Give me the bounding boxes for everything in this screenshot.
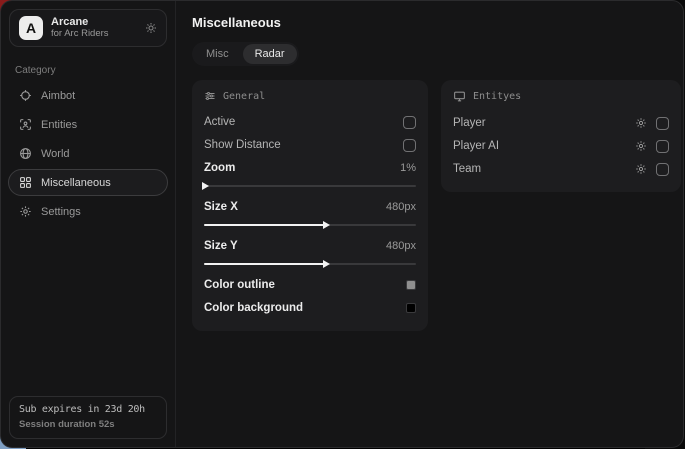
- general-panel-title: General: [223, 91, 265, 102]
- sidebar-item-entities[interactable]: Entities: [8, 111, 168, 138]
- zoom-label: Zoom: [204, 162, 235, 174]
- zoom-slider[interactable]: [204, 181, 416, 191]
- main-content: Miscellaneous Misc Radar General Active: [176, 1, 684, 447]
- size-x-slider-thumb[interactable]: [323, 221, 330, 229]
- brand-subtitle: for Arc Riders: [51, 29, 109, 40]
- row-team: Team: [453, 158, 669, 180]
- gear-icon: [19, 205, 32, 218]
- player-ai-label: Player AI: [453, 140, 499, 152]
- show-distance-checkbox[interactable]: [403, 139, 416, 152]
- category-label: Category: [15, 65, 161, 76]
- color-outline-label: Color outline: [204, 279, 275, 291]
- player-label: Player: [453, 117, 486, 129]
- sync-icon[interactable]: [145, 22, 157, 34]
- team-checkbox[interactable]: [656, 163, 669, 176]
- active-label: Active: [204, 116, 235, 128]
- row-zoom: Zoom 1%: [204, 157, 416, 195]
- zoom-slider-thumb[interactable]: [202, 182, 209, 190]
- grid-icon: [19, 176, 32, 189]
- row-size-x: Size X 480px: [204, 196, 416, 234]
- size-y-label: Size Y: [204, 240, 238, 252]
- subscription-box: Sub expires in 23d 20h Session duration …: [9, 396, 167, 439]
- team-gear-icon[interactable]: [635, 163, 647, 175]
- page-title: Miscellaneous: [192, 15, 681, 30]
- color-outline-swatch[interactable]: [406, 280, 416, 290]
- row-player-ai: Player AI: [453, 135, 669, 157]
- sidebar-item-label: World: [41, 148, 70, 160]
- sidebar-item-label: Aimbot: [41, 90, 75, 102]
- row-player: Player: [453, 112, 669, 134]
- size-y-value: 480px: [386, 240, 416, 252]
- globe-icon: [19, 147, 32, 160]
- entities-icon: [19, 118, 32, 131]
- sidebar-nav: Aimbot Entities World: [1, 82, 175, 225]
- row-color-outline: Color outline: [204, 274, 416, 296]
- tab-misc[interactable]: Misc: [194, 44, 241, 64]
- sidebar-item-label: Settings: [41, 206, 81, 218]
- sidebar: A Arcane for Arc Riders Category Aimbot: [1, 1, 176, 447]
- row-color-background: Color background: [204, 297, 416, 319]
- brand-logo: A: [19, 16, 43, 40]
- sidebar-item-world[interactable]: World: [8, 140, 168, 167]
- sub-expires-text: Sub expires in 23d 20h: [19, 404, 157, 415]
- color-background-swatch[interactable]: [406, 303, 416, 313]
- app-window: A Arcane for Arc Riders Category Aimbot: [0, 0, 684, 448]
- entities-panel-title: Entityes: [473, 91, 521, 102]
- size-y-slider-thumb[interactable]: [323, 260, 330, 268]
- player-ai-checkbox[interactable]: [656, 140, 669, 153]
- player-ai-gear-icon[interactable]: [635, 140, 647, 152]
- sidebar-item-label: Entities: [41, 119, 77, 131]
- general-panel: General Active Show Distance Zoom 1%: [192, 80, 428, 331]
- player-checkbox[interactable]: [656, 117, 669, 130]
- crosshair-icon: [19, 89, 32, 102]
- show-distance-label: Show Distance: [204, 139, 281, 151]
- active-checkbox[interactable]: [403, 116, 416, 129]
- tab-radar[interactable]: Radar: [243, 44, 297, 64]
- size-y-slider[interactable]: [204, 259, 416, 269]
- player-gear-icon[interactable]: [635, 117, 647, 129]
- zoom-value: 1%: [400, 162, 416, 174]
- tab-bar: Misc Radar: [192, 42, 299, 66]
- brand-title: Arcane: [51, 16, 109, 29]
- sidebar-item-aimbot[interactable]: Aimbot: [8, 82, 168, 109]
- sidebar-item-miscellaneous[interactable]: Miscellaneous: [8, 169, 168, 196]
- size-x-label: Size X: [204, 201, 238, 213]
- monitor-icon: [453, 90, 466, 103]
- row-show-distance: Show Distance: [204, 134, 416, 156]
- brand-card: A Arcane for Arc Riders: [9, 9, 167, 47]
- row-size-y: Size Y 480px: [204, 235, 416, 273]
- team-label: Team: [453, 163, 481, 175]
- session-duration-text: Session duration 52s: [19, 419, 157, 430]
- entities-panel: Entityes Player P: [441, 80, 681, 192]
- color-background-label: Color background: [204, 302, 303, 314]
- sidebar-item-settings[interactable]: Settings: [8, 198, 168, 225]
- size-x-slider[interactable]: [204, 220, 416, 230]
- sliders-icon: [204, 90, 216, 102]
- sidebar-item-label: Miscellaneous: [41, 177, 111, 189]
- size-x-value: 480px: [386, 201, 416, 213]
- row-active: Active: [204, 111, 416, 133]
